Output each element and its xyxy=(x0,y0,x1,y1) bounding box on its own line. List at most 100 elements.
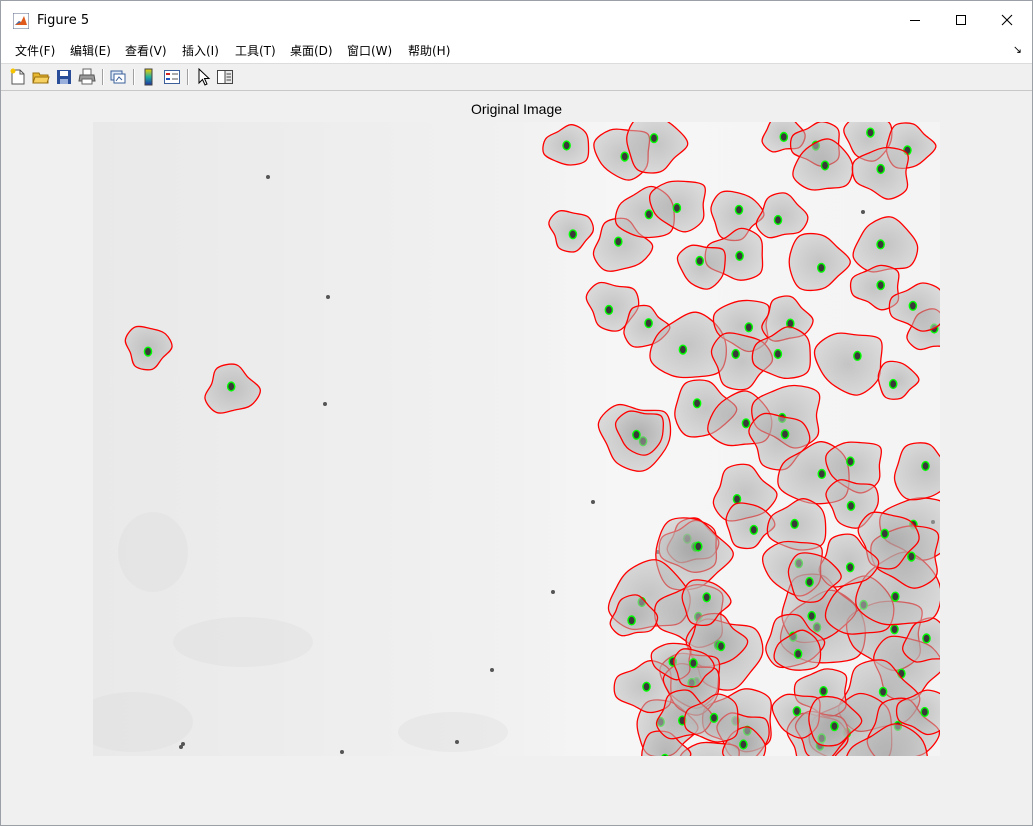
nucleus-outline xyxy=(793,648,803,660)
nucleus-outline xyxy=(846,500,856,512)
save-icon[interactable] xyxy=(55,68,73,86)
menu-help[interactable]: 帮助(H) xyxy=(408,43,450,59)
nucleus-outline xyxy=(716,641,726,652)
nucleus-outline xyxy=(644,209,654,220)
nucleus-outline xyxy=(907,551,916,562)
property-inspector-icon[interactable] xyxy=(216,68,234,86)
image-axes[interactable] xyxy=(93,122,940,756)
maximize-button[interactable] xyxy=(938,1,984,39)
minimize-icon xyxy=(910,20,920,21)
nucleus-outline xyxy=(807,610,817,622)
nucleus-outline xyxy=(853,350,862,362)
nucleus-outline xyxy=(779,131,789,143)
nucleus-outline xyxy=(695,255,705,267)
nucleus-outline xyxy=(649,133,659,144)
menu-insert[interactable]: 插入(I) xyxy=(182,43,219,59)
nucleus-outline xyxy=(876,239,885,250)
nucleus-outline xyxy=(921,460,930,472)
nucleus-outline xyxy=(732,494,742,505)
nucleus-outline xyxy=(734,204,744,215)
nucleus-outline xyxy=(880,528,890,539)
debris-speck xyxy=(340,750,344,754)
toolbar-separator xyxy=(102,69,104,85)
nucleus-outline xyxy=(604,304,614,316)
nucleus-outline xyxy=(614,236,623,247)
nucleus-outline xyxy=(632,429,641,440)
nucleus-outline xyxy=(692,398,702,409)
menu-window[interactable]: 窗口(W) xyxy=(347,43,392,59)
nucleus-outline xyxy=(689,658,698,669)
close-button[interactable] xyxy=(984,1,1030,39)
debris-speck xyxy=(591,500,595,504)
close-icon xyxy=(1001,14,1013,26)
nucleus-outline xyxy=(830,721,839,732)
insert-legend-icon[interactable] xyxy=(163,68,181,86)
nucleus-outline xyxy=(568,229,578,240)
menu-file[interactable]: 文件(F) xyxy=(15,43,55,59)
nucleus-outline xyxy=(672,202,682,214)
maximize-icon xyxy=(956,15,966,25)
nucleus-outline xyxy=(702,592,712,603)
nucleus-outline xyxy=(694,541,703,552)
nucleus-outline xyxy=(922,633,931,644)
dock-arrow-icon[interactable]: ↘ xyxy=(1013,43,1022,56)
nucleus-outline xyxy=(817,468,827,480)
nucleus-outline xyxy=(817,262,826,273)
debris-speck xyxy=(323,402,327,406)
nucleus-outline xyxy=(143,346,153,357)
nucleus-outline xyxy=(731,348,741,360)
menu-view[interactable]: 查看(V) xyxy=(125,43,167,59)
nucleus-outline xyxy=(891,591,900,602)
open-file-icon[interactable] xyxy=(32,68,50,86)
nucleus-outline xyxy=(820,160,830,171)
debris-speck xyxy=(861,210,865,214)
title-bar: Figure 5 xyxy=(1,1,1032,39)
nucleus-outline xyxy=(876,280,886,291)
nucleus-outline xyxy=(780,429,790,440)
nucleus-outline xyxy=(773,214,783,226)
minimize-button[interactable] xyxy=(892,1,938,39)
nucleus-outline xyxy=(226,381,236,392)
nucleus-outline xyxy=(845,562,855,573)
nucleus-outline xyxy=(562,140,571,151)
nucleus-outline xyxy=(920,706,930,718)
insert-colorbar-icon[interactable] xyxy=(140,68,158,86)
nucleus-outline xyxy=(741,418,751,429)
window-title: Figure 5 xyxy=(37,13,90,28)
figure-window: Figure 5 文件(F) 编辑(E) 查看(V) 插入(I) 工具(T) 桌… xyxy=(0,0,1033,826)
nucleus-outline xyxy=(790,518,799,530)
nucleus-outline xyxy=(846,456,855,467)
toolbar-separator xyxy=(133,69,135,85)
nucleus-outline xyxy=(642,681,651,692)
nucleus-outline xyxy=(620,151,630,162)
figure-toolbar xyxy=(1,64,1032,91)
menu-tools[interactable]: 工具(T) xyxy=(235,43,276,59)
nucleus-outline xyxy=(678,344,688,355)
nucleus-outline xyxy=(735,250,744,262)
nucleus-outline xyxy=(876,163,886,175)
nucleus-outline xyxy=(739,739,748,750)
link-plot-icon[interactable] xyxy=(109,68,127,86)
toolbar-separator xyxy=(187,69,189,85)
menu-edit[interactable]: 编辑(E) xyxy=(70,43,111,59)
nucleus-outline xyxy=(888,378,898,390)
nucleus-outline xyxy=(773,348,783,360)
nucleus-outline xyxy=(805,576,814,588)
edit-plot-icon[interactable] xyxy=(195,68,213,86)
menu-desktop[interactable]: 桌面(D) xyxy=(290,43,333,59)
nucleus-outline xyxy=(744,322,754,333)
axes-title: Original Image xyxy=(470,101,563,117)
nucleus-outline xyxy=(792,706,802,717)
nucleus-outline xyxy=(627,615,636,626)
nucleus-outline xyxy=(890,624,899,635)
debris-speck xyxy=(551,590,555,594)
nucleus-outline xyxy=(908,300,918,311)
menu-bar: 文件(F) 编辑(E) 查看(V) 插入(I) 工具(T) 桌面(D) 窗口(W… xyxy=(1,39,1032,64)
debris-speck xyxy=(490,668,494,672)
matlab-logo-icon xyxy=(13,13,29,29)
nucleus-outline xyxy=(819,685,828,697)
debris-speck xyxy=(266,175,270,179)
new-figure-icon[interactable] xyxy=(9,68,27,86)
debris-speck xyxy=(179,745,183,749)
print-icon[interactable] xyxy=(78,68,96,86)
